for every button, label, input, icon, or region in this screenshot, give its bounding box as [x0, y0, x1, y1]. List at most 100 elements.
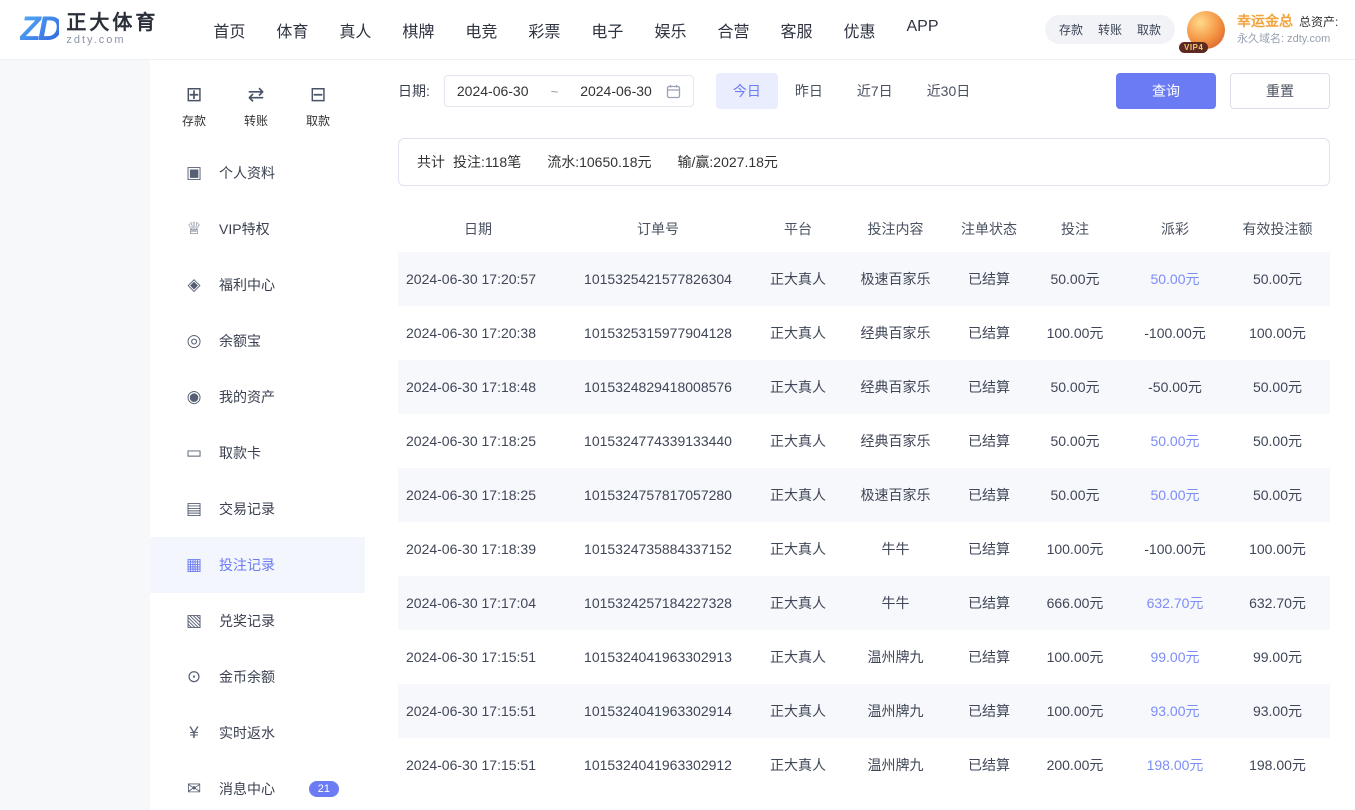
nav-item[interactable]: 客服 — [780, 18, 812, 42]
nav-item[interactable]: 彩票 — [528, 18, 560, 42]
quick-date-filter[interactable]: 近7日 — [840, 73, 910, 109]
wallet-action-button[interactable]: 取款 — [1137, 21, 1161, 38]
sidebar-menu-item[interactable]: ♕ VIP特权 — [150, 201, 365, 257]
query-button[interactable]: 查询 — [1116, 73, 1216, 109]
cell-payout: 50.00元 — [1125, 485, 1225, 505]
quick-date-filter[interactable]: 近30日 — [910, 73, 988, 109]
sidebar-menu-item[interactable]: ▦ 投注记录 — [150, 537, 365, 593]
cell-status: 已结算 — [953, 755, 1025, 775]
nav-item[interactable]: 电竞 — [465, 18, 497, 42]
bet-records-table: 日期 订单号 平台 投注内容 注单状态 投注 派彩 有效投注额 — [398, 206, 1330, 792]
sidebar-menu-icon: ◉ — [184, 387, 204, 407]
table-column-header: 投注内容 — [838, 219, 953, 239]
cell-bet-amount: 100.00元 — [1025, 539, 1125, 559]
sidebar-menu-icon: ▦ — [184, 555, 204, 575]
cell-order-no: 1015325315977904128 — [558, 325, 758, 341]
cell-platform: 正大真人 — [758, 539, 838, 559]
table-column-header: 日期 — [398, 219, 558, 239]
nav-item[interactable]: 棋牌 — [402, 18, 434, 42]
cell-date: 2024-06-30 17:15:51 — [398, 649, 558, 665]
date-to-value[interactable]: 2024-06-30 — [580, 83, 652, 99]
nav-item[interactable]: 优惠 — [843, 18, 875, 42]
cell-payout: 632.70元 — [1125, 593, 1225, 613]
cell-platform: 正大真人 — [758, 755, 838, 775]
nav-item[interactable]: 真人 — [339, 18, 371, 42]
sidebar-menu-label: 交易记录 — [219, 499, 275, 519]
sidebar-menu-label: 兑奖记录 — [219, 611, 275, 631]
calendar-icon[interactable] — [666, 84, 681, 99]
cell-bet-amount: 50.00元 — [1025, 431, 1125, 451]
sidebar-menu-item[interactable]: ⊙ 金币余额 — [150, 649, 365, 705]
cell-bet-amount: 100.00元 — [1025, 323, 1125, 343]
table-header-row: 日期 订单号 平台 投注内容 注单状态 投注 派彩 有效投注额 — [398, 206, 1330, 252]
quick-date-filter[interactable]: 今日 — [716, 73, 778, 109]
brand-logo[interactable]: ZD 正大体育 zdty.com — [20, 10, 158, 49]
sidebar-menu-item[interactable]: ◈ 福利中心 — [150, 257, 365, 313]
sidebar-menu-item[interactable]: ▣ 个人资料 — [150, 145, 365, 201]
sidebar-quick-action[interactable]: ⊞ 存款 — [182, 85, 206, 129]
cell-platform: 正大真人 — [758, 701, 838, 721]
sidebar-menu-item[interactable]: ◎ 余额宝 — [150, 313, 365, 369]
cell-payout: 99.00元 — [1125, 647, 1225, 667]
wallet-action-button[interactable]: 存款 — [1059, 21, 1083, 38]
quick-action-label: 取款 — [306, 112, 330, 129]
brand-name: 正大体育 — [66, 12, 158, 34]
sidebar-menu-item[interactable]: ▧ 兑奖记录 — [150, 593, 365, 649]
nav-item[interactable]: 体育 — [276, 18, 308, 42]
sidebar-quick-action[interactable]: ⇄ 转账 — [244, 85, 268, 129]
cell-date: 2024-06-30 17:18:25 — [398, 487, 558, 503]
cell-bet-content: 经典百家乐 — [838, 377, 953, 397]
cell-date: 2024-06-30 17:15:51 — [398, 757, 558, 773]
unread-count-badge: 21 — [309, 781, 339, 797]
cell-platform: 正大真人 — [758, 323, 838, 343]
sidebar-menu-item[interactable]: ▤ 交易记录 — [150, 481, 365, 537]
cell-status: 已结算 — [953, 323, 1025, 343]
summary-bet-count: 投注:118笔 — [453, 152, 521, 172]
top-bar-right: 存款 转账 取款 VIP4 幸运金总 总资产: 永久域名: zdty.com — [1045, 11, 1345, 49]
filter-bar: 日期: 2024-06-30 ~ 2024-06-30 今日 — [398, 60, 1330, 122]
wallet-action-button[interactable]: 转账 — [1098, 21, 1122, 38]
sidebar-menu-icon: ▣ — [184, 163, 204, 183]
cell-status: 已结算 — [953, 701, 1025, 721]
cell-order-no: 1015324735884337152 — [558, 541, 758, 557]
cell-date: 2024-06-30 17:18:25 — [398, 433, 558, 449]
quick-date-filters: 今日 昨日 近7日 近30日 — [716, 73, 987, 109]
cell-bet-amount: 100.00元 — [1025, 647, 1125, 667]
cell-order-no: 1015324041963302912 — [558, 757, 758, 773]
summary-prefix: 共计 — [417, 152, 445, 172]
sidebar-menu-item[interactable]: ✉ 消息中心 21 — [150, 761, 365, 810]
cell-bet-amount: 50.00元 — [1025, 269, 1125, 289]
cell-status: 已结算 — [953, 269, 1025, 289]
cell-payout: 93.00元 — [1125, 701, 1225, 721]
sidebar-menu-label: 福利中心 — [219, 275, 275, 295]
sidebar-quick-action[interactable]: ⊟ 取款 — [306, 85, 330, 129]
sidebar-menu-icon: ♕ — [184, 219, 204, 239]
sidebar-menu-icon: ✉ — [184, 779, 204, 799]
date-range-picker[interactable]: 2024-06-30 ~ 2024-06-30 — [444, 75, 694, 107]
nav-item[interactable]: 合营 — [717, 18, 749, 42]
nav-item[interactable]: APP — [907, 18, 939, 42]
sidebar-menu-item[interactable]: ▭ 取款卡 — [150, 425, 365, 481]
cell-platform: 正大真人 — [758, 377, 838, 397]
cell-date: 2024-06-30 17:18:39 — [398, 541, 558, 557]
sidebar-menu-label: 取款卡 — [219, 443, 261, 463]
cell-bet-content: 牛牛 — [838, 539, 953, 559]
reset-button[interactable]: 重置 — [1230, 73, 1330, 109]
sidebar-menu-item[interactable]: ¥ 实时返水 — [150, 705, 365, 761]
table-row: 2024-06-30 17:18:48 1015324829418008576 … — [398, 360, 1330, 414]
cell-date: 2024-06-30 17:20:38 — [398, 325, 558, 341]
date-from-value[interactable]: 2024-06-30 — [457, 83, 529, 99]
cell-bet-amount: 100.00元 — [1025, 701, 1125, 721]
sidebar-menu-label: 实时返水 — [219, 723, 275, 743]
nav-item[interactable]: 首页 — [213, 18, 245, 42]
user-avatar[interactable]: VIP4 — [1187, 11, 1225, 49]
table-row: 2024-06-30 17:18:39 1015324735884337152 … — [398, 522, 1330, 576]
nav-item[interactable]: 娱乐 — [654, 18, 686, 42]
cell-valid-bet: 50.00元 — [1225, 269, 1330, 289]
quick-date-filter[interactable]: 昨日 — [778, 73, 840, 109]
cell-bet-content: 温州牌九 — [838, 755, 953, 775]
sidebar-menu-item[interactable]: ◉ 我的资产 — [150, 369, 365, 425]
nav-item[interactable]: 电子 — [591, 18, 623, 42]
table-row: 2024-06-30 17:15:51 1015324041963302914 … — [398, 684, 1330, 738]
cell-valid-bet: 100.00元 — [1225, 323, 1330, 343]
